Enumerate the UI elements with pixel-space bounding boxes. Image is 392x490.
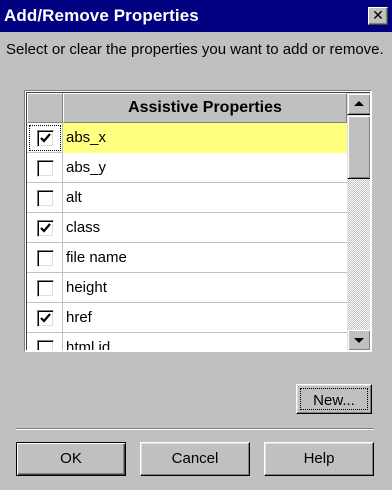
property-checkbox[interactable] [37, 310, 54, 327]
checkmark-icon [40, 313, 51, 323]
list-item[interactable]: file name [27, 243, 347, 273]
property-checkbox[interactable] [37, 190, 54, 207]
check-cell [27, 303, 63, 333]
list-item[interactable]: height [27, 273, 347, 303]
checkmark-icon [40, 223, 51, 233]
check-cell [27, 123, 63, 153]
property-checkbox[interactable] [37, 220, 54, 237]
window-title: Add/Remove Properties [4, 6, 199, 25]
instruction-text: Select or clear the properties you want … [6, 41, 384, 58]
vertical-scrollbar[interactable] [347, 93, 370, 350]
property-name: html id [66, 339, 111, 350]
property-checkbox[interactable] [37, 160, 54, 177]
column-header-assistive-properties[interactable]: Assistive Properties [63, 93, 347, 123]
separator [16, 428, 374, 430]
property-name: class [66, 219, 101, 236]
property-name: abs_y [66, 159, 107, 176]
scroll-down-button[interactable] [347, 329, 370, 350]
chevron-down-icon [354, 338, 364, 343]
title-bar[interactable]: Add/Remove Properties ✕ [0, 0, 392, 32]
add-remove-properties-dialog: Add/Remove Properties ✕ Select or clear … [0, 0, 392, 490]
check-cell [27, 273, 63, 303]
property-name: abs_x [63, 123, 347, 153]
check-cell [27, 213, 63, 243]
properties-list[interactable]: Assistive Properties abs_x abs_yalt class f… [24, 90, 372, 352]
new-button-label: New... [300, 388, 368, 410]
list-item[interactable]: alt [27, 183, 347, 213]
property-checkbox[interactable] [37, 280, 54, 297]
ok-button[interactable]: OK [16, 442, 126, 476]
chevron-up-icon [354, 101, 364, 106]
check-cell [27, 153, 63, 183]
scroll-thumb[interactable] [347, 115, 370, 179]
check-cell [27, 183, 63, 213]
new-button[interactable]: New... [296, 384, 372, 414]
close-button[interactable]: ✕ [368, 7, 388, 25]
property-checkbox[interactable] [37, 250, 54, 267]
property-name: height [66, 279, 107, 296]
property-name: file name [66, 249, 127, 266]
check-column-header[interactable] [27, 93, 63, 123]
list-item[interactable]: abs_x [27, 123, 347, 153]
property-checkbox[interactable] [37, 340, 54, 350]
list-item[interactable]: abs_y [27, 153, 347, 183]
help-button[interactable]: Help [264, 442, 374, 476]
list-item[interactable]: class [27, 213, 347, 243]
check-cell [27, 333, 63, 350]
scroll-up-button[interactable] [347, 93, 370, 115]
close-icon: ✕ [372, 7, 384, 23]
list-item[interactable]: href [27, 303, 347, 333]
check-cell [27, 243, 63, 273]
property-name: alt [66, 189, 82, 206]
cancel-button[interactable]: Cancel [140, 442, 250, 476]
checkmark-icon [40, 133, 51, 143]
list-item[interactable]: html id [27, 333, 347, 350]
property-name: href [66, 309, 92, 326]
list-header: Assistive Properties [27, 93, 347, 123]
property-checkbox[interactable] [37, 130, 54, 147]
